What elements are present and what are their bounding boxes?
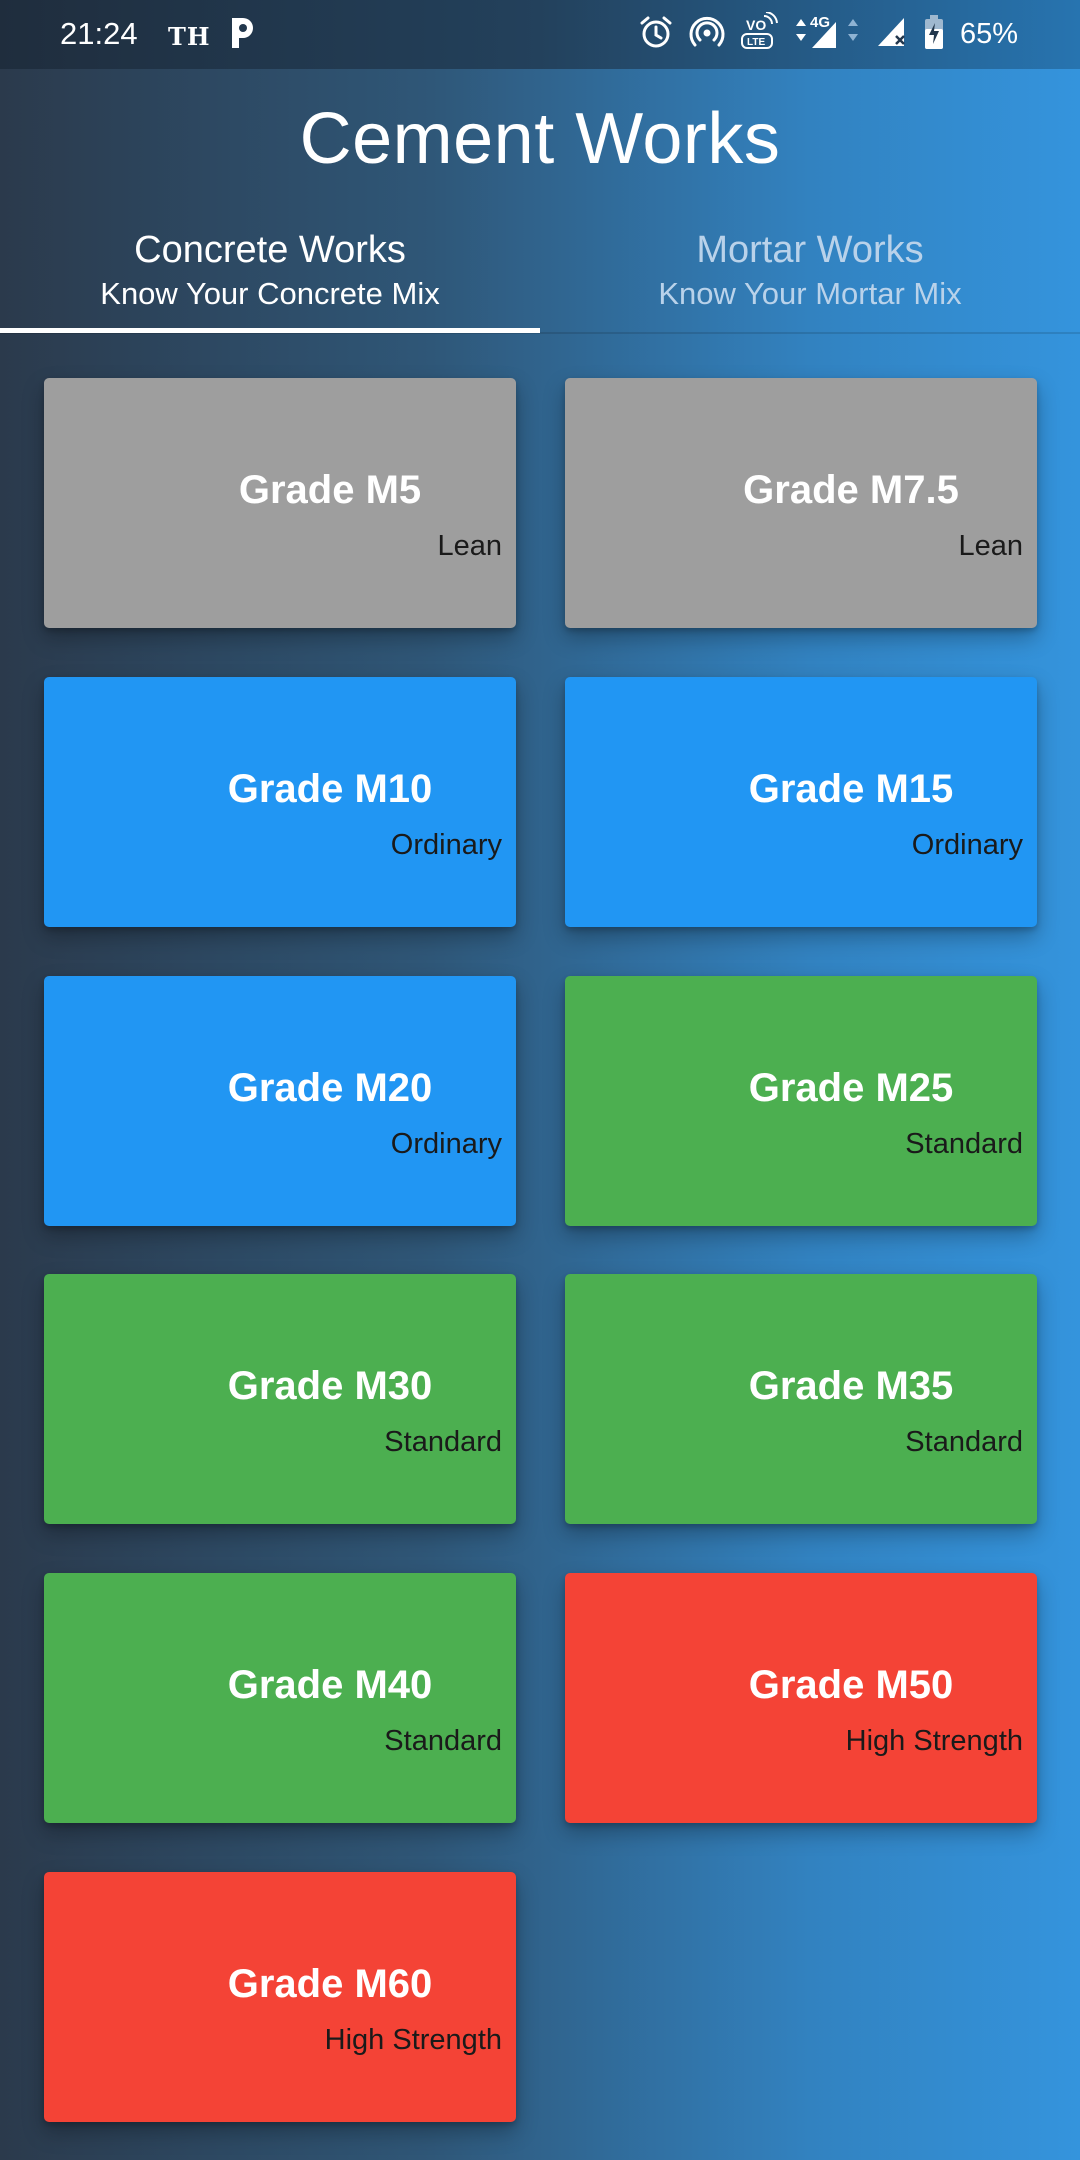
grade-card-m5[interactable]: Grade M5 Lean xyxy=(44,378,516,628)
grade-category: Ordinary xyxy=(390,1128,502,1160)
grade-title: Grade M25 xyxy=(748,1066,954,1110)
grade-title: Grade M50 xyxy=(748,1663,954,1707)
svg-text:VO: VO xyxy=(746,17,766,33)
app-title: Cement Works xyxy=(299,99,781,179)
battery-charging-icon xyxy=(924,14,944,55)
grade-title: Grade M10 xyxy=(227,767,433,811)
alarm-icon xyxy=(638,14,674,55)
tab-concrete-works[interactable]: Concrete Works Know Your Concrete Mix xyxy=(0,226,540,334)
grade-title: Grade M40 xyxy=(227,1663,433,1707)
grade-category: Standard xyxy=(905,1128,1023,1160)
grade-title: Grade M35 xyxy=(748,1364,954,1408)
grade-category: High Strength xyxy=(324,2024,502,2056)
grade-card-m25[interactable]: Grade M25 Standard xyxy=(565,976,1037,1226)
hotspot-icon xyxy=(688,14,726,55)
grade-title: Grade M5 xyxy=(238,468,422,512)
tab-mortar-works[interactable]: Mortar Works Know Your Mortar Mix xyxy=(540,226,1080,334)
grade-title: Grade M15 xyxy=(748,767,954,811)
grade-title: Grade M60 xyxy=(227,1962,433,2006)
carrier-badge: TH xyxy=(168,22,211,51)
tab-title: Mortar Works xyxy=(696,229,924,271)
volte-icon: VO LTE xyxy=(740,10,778,57)
grade-card-m50[interactable]: Grade M50 High Strength xyxy=(565,1573,1037,1823)
grade-category: Standard xyxy=(384,1725,502,1757)
signal-4g-icon: 4G xyxy=(792,12,862,57)
signal-icon xyxy=(876,14,910,55)
grade-card-m40[interactable]: Grade M40 Standard xyxy=(44,1573,516,1823)
grade-category: Ordinary xyxy=(390,829,502,861)
grade-category: Lean xyxy=(958,530,1023,562)
tab-bar: Concrete Works Know Your Concrete Mix Mo… xyxy=(0,226,1080,334)
grade-card-m15[interactable]: Grade M15 Ordinary xyxy=(565,677,1037,927)
grade-card-m30[interactable]: Grade M30 Standard xyxy=(44,1274,516,1524)
svg-text:LTE: LTE xyxy=(747,37,765,48)
tab-indicator xyxy=(0,328,540,333)
p-app-icon xyxy=(228,16,256,50)
grade-category: Standard xyxy=(384,1426,502,1458)
grade-title: Grade M7.5 xyxy=(743,468,959,512)
grade-card-m60[interactable]: Grade M60 High Strength xyxy=(44,1872,516,2122)
status-bar: 21:24 TH VO LTE 4G 65% xyxy=(0,0,1080,69)
grade-card-m10[interactable]: Grade M10 Ordinary xyxy=(44,677,516,927)
grade-card-m35[interactable]: Grade M35 Standard xyxy=(565,1274,1037,1524)
svg-text:4G: 4G xyxy=(810,14,830,31)
tab-subtitle: Know Your Concrete Mix xyxy=(100,276,440,311)
grade-title: Grade M20 xyxy=(227,1066,433,1110)
tab-title: Concrete Works xyxy=(134,229,406,271)
grade-category: Lean xyxy=(437,530,502,562)
battery-percent: 65% xyxy=(959,17,1018,50)
grade-category: Standard xyxy=(905,1426,1023,1458)
tab-subtitle: Know Your Mortar Mix xyxy=(658,276,962,311)
grade-title: Grade M30 xyxy=(227,1364,433,1408)
grade-card-m20[interactable]: Grade M20 Ordinary xyxy=(44,976,516,1226)
status-icons: VO LTE 4G 65% xyxy=(638,10,1018,57)
grade-card-m7-5[interactable]: Grade M7.5 Lean xyxy=(565,378,1037,628)
status-time: 21:24 xyxy=(60,16,138,51)
grade-category: Ordinary xyxy=(911,829,1023,861)
grade-category: High Strength xyxy=(845,1725,1023,1757)
